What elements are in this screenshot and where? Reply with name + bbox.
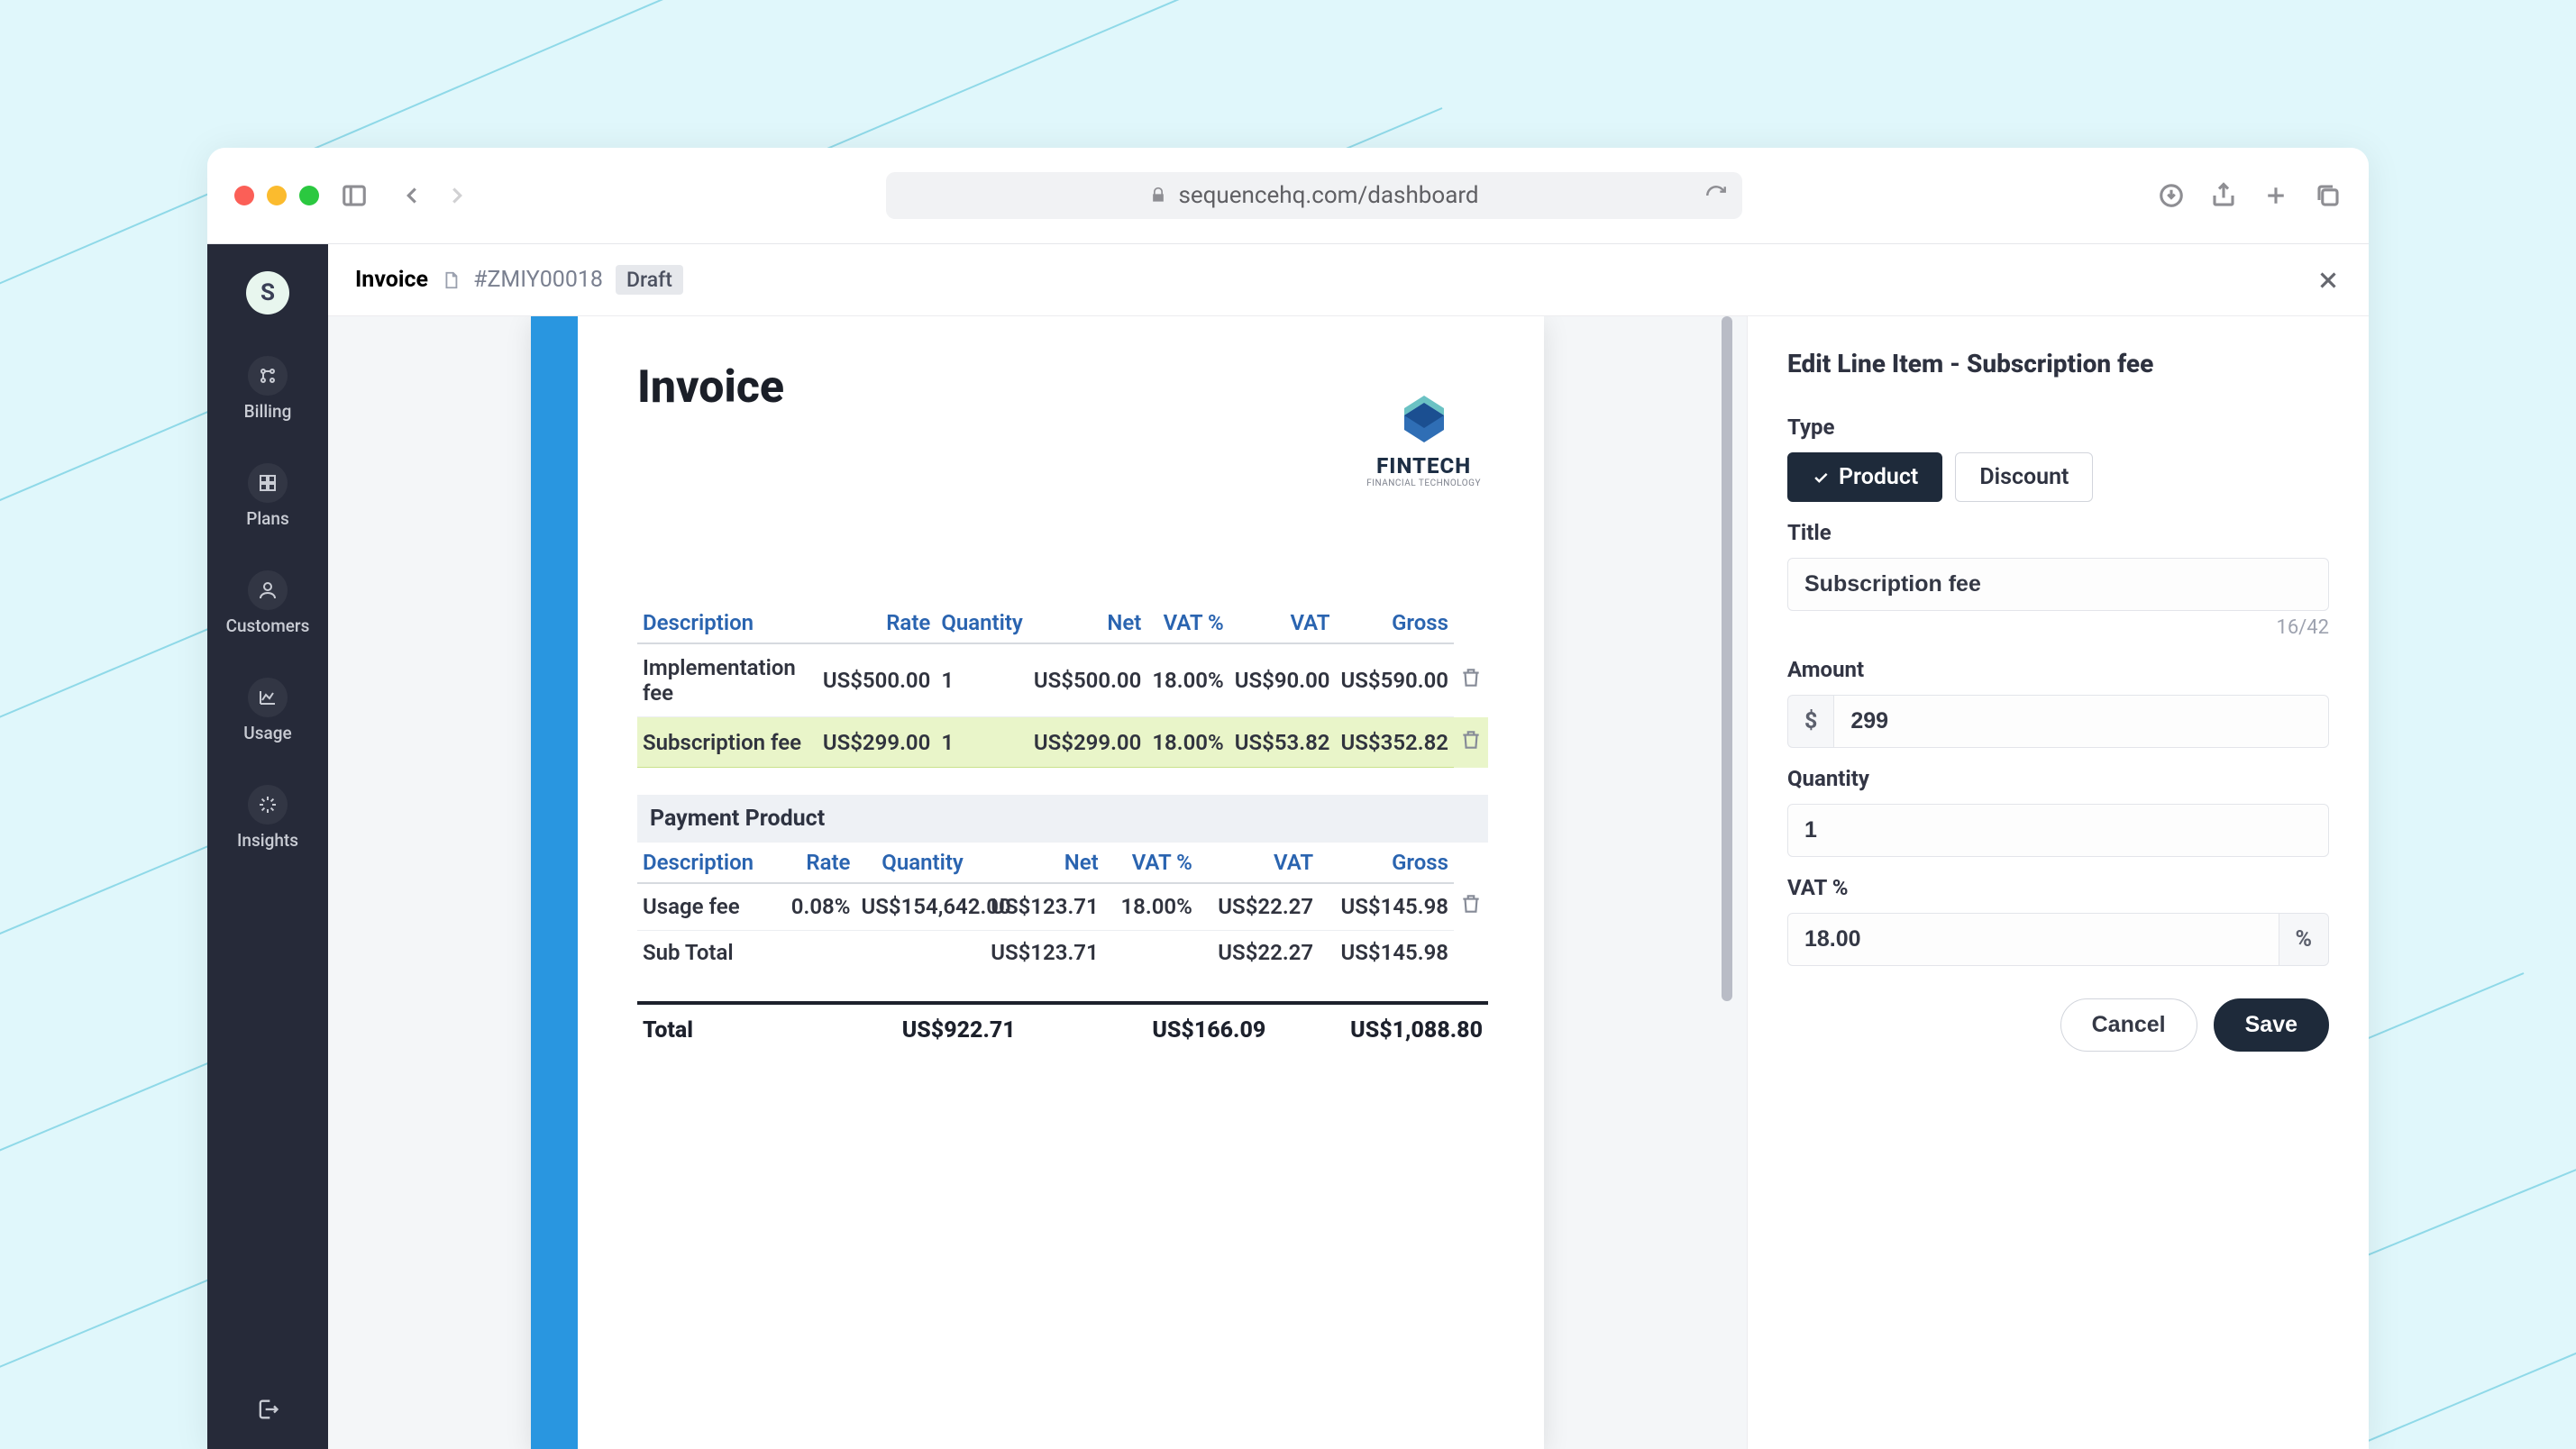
brand-block: FINTECH FINANCIAL TECHNOLOGY — [1366, 392, 1481, 488]
col-vat-percent: VAT % — [1146, 603, 1229, 643]
col-quantity: Quantity — [936, 603, 1028, 643]
invoice-title: Invoice — [637, 361, 1488, 414]
tabs-overview-icon[interactable] — [2315, 182, 2342, 209]
sidebar-item-plans[interactable]: Plans — [246, 463, 289, 529]
total-row: Total US$922.71 US$166.09 US$1,088.80 — [637, 1005, 1488, 1056]
breadcrumb-label: Invoice — [355, 267, 428, 293]
invoice-id: #ZMIY00018 — [473, 267, 603, 293]
line-item-row[interactable]: Usage fee 0.08% US$154,642.00 US$123.71 … — [637, 883, 1488, 930]
close-window-button[interactable] — [234, 186, 254, 205]
refresh-icon[interactable] — [1704, 184, 1728, 207]
currency-prefix: $ — [1787, 695, 1833, 748]
nav-back-icon[interactable] — [398, 182, 425, 209]
insights-icon — [248, 785, 288, 825]
line-items-table: Description Rate Quantity Net VAT % VAT … — [637, 603, 1488, 768]
brand-logo-icon — [1397, 392, 1451, 446]
type-product-button[interactable]: Product — [1787, 452, 1942, 502]
amount-label: Amount — [1787, 657, 2329, 682]
payment-product-table: Description Rate Quantity Net VAT % VAT … — [637, 843, 1488, 974]
document-icon — [441, 270, 461, 290]
percent-suffix: % — [2279, 913, 2329, 966]
title-char-counter: 16/42 — [1787, 616, 2329, 639]
window-controls — [234, 186, 319, 205]
status-badge: Draft — [616, 265, 683, 295]
sidebar-item-label: Insights — [237, 830, 298, 851]
sidebar-item-customers[interactable]: Customers — [226, 570, 310, 636]
scrollbar[interactable] — [1722, 316, 1734, 1449]
brand-tagline: FINANCIAL TECHNOLOGY — [1366, 478, 1481, 488]
maximize-window-button[interactable] — [299, 186, 319, 205]
sidebar-item-billing[interactable]: Billing — [244, 356, 292, 422]
edit-line-item-panel: Edit Line Item - Subscription fee Type P… — [1747, 316, 2369, 1449]
line-item-row-selected[interactable]: Subscription fee US$299.00 1 US$299.00 1… — [637, 717, 1488, 768]
delete-line-item-icon[interactable] — [1459, 728, 1483, 752]
usage-icon — [248, 678, 288, 717]
type-label: Type — [1787, 415, 2329, 440]
sidebar-item-label: Customers — [226, 615, 310, 636]
share-icon[interactable] — [2210, 182, 2237, 209]
logout-button[interactable] — [255, 1397, 280, 1422]
browser-titlebar: sequencehq.com/dashboard — [207, 148, 2369, 244]
vat-label: VAT % — [1787, 875, 2329, 900]
minimize-window-button[interactable] — [267, 186, 287, 205]
vat-input[interactable] — [1787, 913, 2279, 966]
url-text: sequencehq.com/dashboard — [1178, 182, 1478, 209]
save-button[interactable]: Save — [2214, 998, 2329, 1052]
title-label: Title — [1787, 520, 2329, 545]
billing-icon — [248, 356, 288, 396]
col-description: Description — [637, 603, 818, 643]
amount-input[interactable] — [1833, 695, 2329, 748]
logout-icon — [255, 1397, 280, 1422]
panel-title: Edit Line Item - Subscription fee — [1787, 349, 2329, 378]
downloads-icon[interactable] — [2158, 182, 2185, 209]
invoice-document: Invoice FINTECH FINANCIAL TECHNOLOGY — [531, 316, 1544, 1449]
quantity-label: Quantity — [1787, 766, 2329, 791]
title-input[interactable] — [1787, 558, 2329, 611]
nav-forward-icon[interactable] — [443, 182, 470, 209]
sidebar-item-insights[interactable]: Insights — [237, 785, 298, 851]
document-accent-bar — [531, 316, 578, 1449]
breadcrumb: Invoice #ZMIY00018 Draft — [328, 244, 2369, 316]
line-item-row[interactable]: Implementation fee US$500.00 1 US$500.00… — [637, 643, 1488, 717]
col-net: Net — [1028, 603, 1147, 643]
brand-name: FINTECH — [1376, 453, 1471, 478]
close-icon[interactable] — [2315, 267, 2342, 294]
cancel-button[interactable]: Cancel — [2060, 998, 2197, 1052]
col-vat: VAT — [1229, 603, 1336, 643]
new-tab-icon[interactable] — [2262, 182, 2289, 209]
type-discount-button[interactable]: Discount — [1955, 452, 2093, 502]
app-sidebar: S Billing Plans Customers Usage Insights — [207, 244, 328, 1449]
sidebar-item-label: Plans — [246, 508, 289, 529]
col-gross: Gross — [1336, 603, 1455, 643]
customers-icon — [248, 570, 288, 610]
lock-icon — [1149, 187, 1167, 205]
check-icon — [1812, 469, 1830, 487]
invoice-preview-area: Invoice FINTECH FINANCIAL TECHNOLOGY — [328, 316, 1747, 1449]
workspace-avatar[interactable]: S — [246, 271, 289, 314]
plans-icon — [248, 463, 288, 503]
col-rate: Rate — [818, 603, 936, 643]
browser-window: sequencehq.com/dashboard S Billing Plans… — [207, 148, 2369, 1449]
sidebar-item-label: Billing — [244, 401, 292, 422]
section-header-payment-product: Payment Product — [637, 795, 1488, 843]
subtotal-row: Sub Total US$123.71 US$22.27 US$145.98 — [637, 930, 1488, 974]
address-bar[interactable]: sequencehq.com/dashboard — [886, 172, 1742, 219]
delete-line-item-icon[interactable] — [1459, 666, 1483, 689]
sidebar-item-label: Usage — [243, 723, 291, 743]
sidebar-toggle-icon[interactable] — [341, 182, 368, 209]
sidebar-item-usage[interactable]: Usage — [243, 678, 291, 743]
quantity-input[interactable] — [1787, 804, 2329, 857]
delete-line-item-icon[interactable] — [1459, 892, 1483, 916]
